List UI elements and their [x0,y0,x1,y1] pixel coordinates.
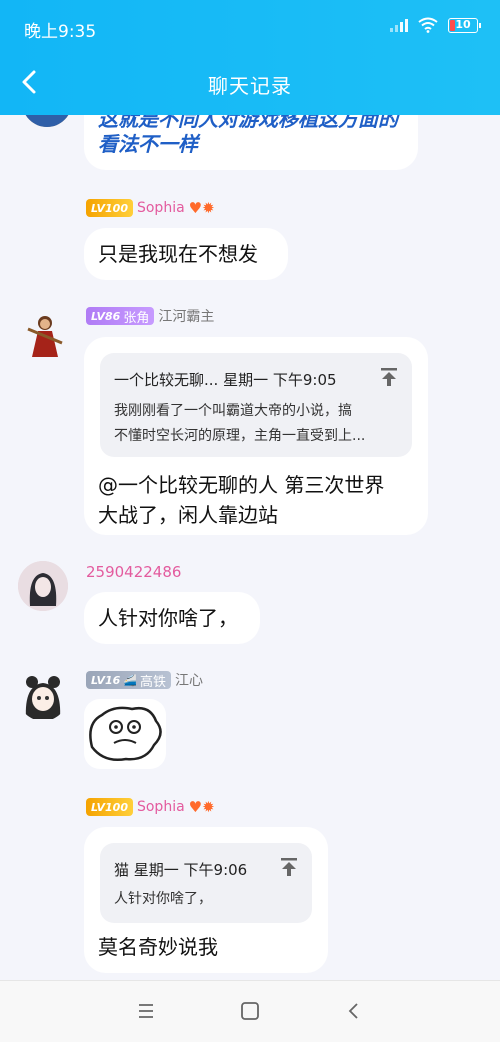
sender-name[interactable]: 2590422486 [86,563,181,581]
quote-body: 人针对你啥了， [114,891,212,907]
flame-icon: ♥✹ [188,199,215,217]
message-bubble[interactable]: 猫 星期一 下午9:06 人针对你啥了， 莫名奇妙说我 [84,827,328,973]
sticker-image [89,706,162,761]
avatar[interactable] [22,115,72,127]
title-text: 张角 [123,310,150,326]
avatar[interactable] [20,309,70,359]
home-icon[interactable] [238,999,262,1023]
signal-icon [390,18,408,32]
sender-line: LV16 🚄 高铁 江心 [86,669,203,691]
message-text: 大战了，闲人靠边站 [98,503,278,527]
message-bubble[interactable]: 这就是不同人对游戏移植这方面的看法不一样 [84,115,418,170]
level-badge: LV16 🚄 高铁 [86,671,172,690]
quote-header: 一个比较无聊... 星期一 下午9:05 [114,371,337,389]
message-text: 只是我现在不想发 [98,242,258,266]
quote-body: 不懂时空长河的原理，主角一直受到上... [114,428,366,444]
sender-line: LV100 Sophia ♥✹ [86,796,215,818]
jump-to-top-icon[interactable] [380,367,398,387]
back-nav-icon[interactable] [342,999,366,1023]
status-time: 晚上9:35 [24,22,97,42]
battery-icon: 10 [448,17,481,33]
page-title: 聊天记录 [208,74,292,98]
level-badge: LV100 [86,798,133,816]
flame-icon: ♥✹ [188,798,215,816]
message-text: 人针对你啥了， [98,606,238,630]
sender-line: LV100 Sophia ♥✹ [86,197,215,219]
sticker-message[interactable] [84,699,166,769]
chat-header: 晚上9:35 10 聊天记录 [0,0,500,115]
system-nav-bar [0,980,500,1042]
quoted-message[interactable]: 一个比较无聊... 星期一 下午9:05 我刚刚看了一个叫霸道大帝的小说，搞 不… [100,353,412,457]
level-badge: LV86 张角 [86,307,155,326]
sender-line: 2590422486 [86,561,181,583]
avatar[interactable] [18,561,68,611]
message-bubble[interactable]: 人针对你啥了， [84,592,260,644]
sender-name[interactable]: Sophia [137,200,185,216]
jump-to-top-icon[interactable] [280,857,298,877]
train-icon: 🚄 [123,673,138,687]
quote-header: 猫 星期一 下午9:06 [114,861,248,879]
message-bubble[interactable]: 只是我现在不想发 [84,228,288,280]
sender-name[interactable]: Sophia [137,799,185,815]
quote-body: 我刚刚看了一个叫霸道大帝的小说，搞 [114,403,352,419]
menu-icon[interactable] [134,999,158,1023]
chat-list[interactable]: 这就是不同人对游戏移植这方面的看法不一样 LV100 Sophia ♥✹ 只是我… [0,115,500,980]
sender-line: LV86 张角 江河霸主 [86,305,214,327]
message-text: 这就是不同人对游戏移植这方面的看法不一样 [98,115,398,156]
status-icons: 10 [390,17,481,33]
quoted-message[interactable]: 猫 星期一 下午9:06 人针对你啥了， [100,843,312,923]
message-bubble[interactable]: 一个比较无聊... 星期一 下午9:05 我刚刚看了一个叫霸道大帝的小说，搞 不… [84,337,428,535]
battery-level: 10 [455,17,471,31]
level-text: LV100 [91,201,128,215]
message-text: @一个比较无聊的人 第三次世界 [98,473,385,497]
level-badge: LV100 [86,199,133,217]
sender-name[interactable]: 江心 [175,670,203,690]
wifi-icon [418,17,438,33]
message-text: 莫名奇妙说我 [98,935,218,959]
level-text: LV86 [91,309,121,323]
sender-name[interactable]: 江河霸主 [158,306,214,326]
avatar[interactable] [18,671,68,721]
level-text: LV16 [91,673,121,687]
title-text: 高铁 [140,674,167,690]
level-text: LV100 [91,800,128,814]
